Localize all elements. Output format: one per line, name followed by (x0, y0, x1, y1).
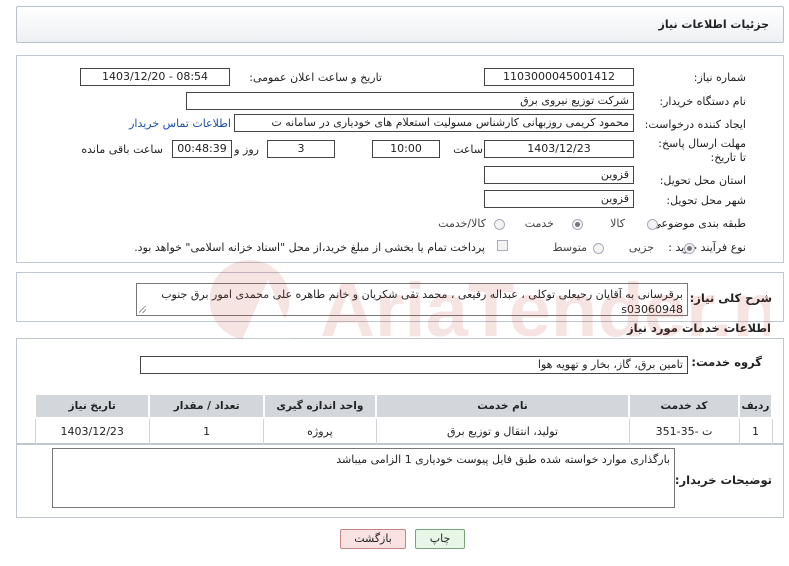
col-qty: تعداد / مقدار (148, 393, 265, 419)
province-label: استان محل تحویل: (659, 174, 746, 187)
table-row: 1 ت -35-351 تولید، انتقال و توزیع برق پر… (34, 417, 773, 445)
need-number-label: شماره نیاز: (693, 71, 746, 84)
days-label: روز و (234, 143, 259, 156)
service-group-label: گروه خدمت: (691, 355, 762, 369)
deadline-time-field[interactable]: 10:00 (372, 140, 440, 158)
process-medium-label: متوسط (552, 241, 587, 254)
col-unit: واحد اندازه گیری (262, 393, 378, 419)
requester-field[interactable]: محمود کریمی روزبهانی کارشناس مسولیت استع… (234, 114, 634, 132)
cell-row: 1 (738, 417, 773, 445)
service-group-field[interactable]: تامین برق، گاز، بخار و تهویه هوا (140, 356, 688, 374)
buyer-org-label: نام دستگاه خریدار: (659, 95, 746, 108)
time-label: ساعت (453, 143, 483, 156)
cell-date: 1403/12/23 (34, 417, 150, 445)
treasury-checkbox[interactable] (497, 240, 508, 251)
page-title: جزئیات اطلاعات نیاز (658, 18, 770, 31)
col-row: ردیف (738, 393, 773, 419)
category-label: طبقه بندی موضوعی: (648, 217, 746, 230)
buyer-notes-label: توضیحات خریدار: (674, 473, 772, 487)
announce-field[interactable]: 1403/12/20 - 08:54 (80, 68, 230, 86)
description-label: شرح کلی نیاز: (689, 291, 772, 305)
province-field[interactable]: قزوین (484, 166, 634, 184)
buyer-notes-textarea[interactable]: بارگذاری موارد خواسته شده طبق فایل پیوست… (52, 448, 675, 508)
buyer-notes-text: بارگذاری موارد خواسته شده طبق فایل پیوست… (336, 453, 670, 466)
treasury-note: پرداخت تمام یا بخشی از مبلغ خرید،از محل … (134, 241, 485, 254)
cell-qty: 1 (148, 417, 265, 445)
col-date: تاریخ نیاز (33, 393, 151, 419)
deadline-label: مهلت ارسال پاسخ: تا تاریخ: (658, 137, 746, 164)
description-text: برقرسانی به آقایان رحیعلی توکلی ، عبداله… (161, 288, 683, 316)
process-label: نوع فرآیند خرید : (668, 241, 746, 254)
category-goods-service-radio[interactable] (494, 219, 505, 230)
services-section-title: اطلاعات خدمات مورد نیاز (627, 321, 771, 335)
category-goods-service-label: کالا/خدمت (438, 217, 486, 230)
city-label: شهر محل تحویل: (666, 194, 746, 207)
col-code: کد خدمت (628, 393, 740, 419)
announce-label: تاریخ و ساعت اعلان عمومی: (249, 71, 382, 84)
col-name: نام خدمت (375, 393, 630, 419)
remaining-time-field[interactable]: 00:48:39 (172, 140, 232, 158)
description-textarea[interactable]: برقرسانی به آقایان رحیعلی توکلی ، عبداله… (136, 283, 688, 316)
services-table: ردیف کد خدمت نام خدمت واحد اندازه گیری ت… (33, 393, 773, 445)
resize-handle[interactable] (139, 306, 146, 313)
category-goods-label: کالا (610, 217, 625, 230)
need-number-field[interactable]: 1103000045001412 (484, 68, 634, 86)
deadline-date-field[interactable]: 1403/12/23 (484, 140, 634, 158)
back-button[interactable]: بازگشت (340, 529, 406, 549)
remaining-label: ساعت باقی مانده (81, 143, 163, 156)
page-header: جزئیات اطلاعات نیاز (16, 6, 784, 43)
cell-code: ت -35-351 (628, 417, 740, 445)
category-service-radio[interactable] (572, 219, 583, 230)
buyer-org-field[interactable]: شرکت توزیع نیروی برق (186, 92, 634, 110)
process-medium-radio[interactable] (593, 243, 604, 254)
cell-name: تولید، انتقال و توزیع برق (375, 417, 630, 445)
process-minor-radio[interactable] (684, 243, 695, 254)
category-goods-radio[interactable] (647, 219, 658, 230)
process-minor-label: جزیی (628, 241, 654, 254)
contact-buyer-link[interactable]: اطلاعات تماس خریدار (129, 117, 231, 130)
print-button[interactable]: چاپ (415, 529, 465, 549)
category-service-label: خدمت (524, 217, 554, 230)
city-field[interactable]: قزوین (484, 190, 634, 208)
requester-label: ایجاد کننده درخواست: (644, 118, 746, 131)
cell-unit: پروژه (263, 417, 377, 445)
days-field[interactable]: 3 (267, 140, 335, 158)
